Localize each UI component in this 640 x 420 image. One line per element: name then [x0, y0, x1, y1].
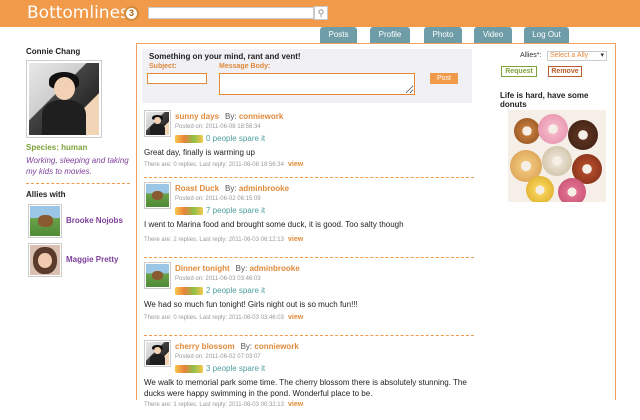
post-stats: There are: 0 replies. Last reply: 2011-0… [144, 161, 304, 168]
view-link[interactable]: view [288, 236, 303, 243]
post-title: sunny days By: conniework [175, 112, 284, 121]
ally-select[interactable]: Select a Ally ▾ [547, 51, 607, 61]
tab-photo[interactable]: Photo [424, 27, 462, 43]
view-link[interactable]: view [288, 161, 303, 168]
post-stats: There are: 1 replies. Last reply: 2011-0… [144, 401, 304, 408]
search-input[interactable] [148, 7, 314, 19]
post-avatar[interactable] [144, 182, 171, 209]
chevron-down-icon[interactable]: ▾ [600, 52, 604, 60]
notification-badge[interactable]: 3 [124, 6, 139, 21]
spare-it-icon[interactable] [175, 286, 203, 295]
tab-logout[interactable]: Log Out [524, 27, 569, 43]
post-author[interactable]: conniework [254, 342, 298, 351]
post-body: We had so much fun tonight! Girls night … [144, 300, 358, 309]
species: Species: human [26, 143, 132, 152]
ally-select-value: Select a Ally [550, 52, 589, 59]
post-date: Posted on: 2011-06-03 03:46:03 [175, 276, 261, 282]
profile-photo [26, 60, 102, 138]
main-content: Something on your mind, rant and vent! S… [136, 44, 478, 408]
allies-panel: Allies*: Select a Ally ▾ Request Remove … [480, 44, 616, 400]
list-item: Roast Duck By: adminbrooke Posted on: 201… [144, 182, 474, 258]
profile-sidebar: Connie Chang Species: human Working, sle… [26, 44, 132, 277]
spare-it-icon[interactable] [175, 134, 203, 143]
tab-profile[interactable]: Profile [370, 27, 410, 43]
spare-it[interactable]: 0 people spare it [175, 134, 265, 144]
ally-name[interactable]: Maggie Pretty [66, 255, 118, 264]
post-avatar[interactable] [144, 110, 171, 137]
post-title: Dinner tonight By: adminbrooke [175, 264, 300, 273]
divider [26, 183, 130, 184]
ally-avatar[interactable] [28, 204, 62, 238]
donuts-image [508, 110, 606, 202]
post-stats: There are: 2 replies. Last reply: 2011-0… [144, 236, 304, 243]
request-button[interactable]: Request [501, 66, 537, 77]
top-bar: Bottomlines 3 ⚲ [0, 0, 640, 27]
allies-title: Allies with [26, 190, 66, 199]
post-title-link[interactable]: sunny days [175, 112, 219, 121]
post-author[interactable]: conniework [239, 112, 283, 121]
post-author[interactable]: adminbrooke [249, 264, 299, 273]
list-item: sunny days By: conniework Posted on: 2011… [144, 110, 474, 178]
ally-avatar[interactable] [28, 243, 62, 277]
view-link[interactable]: view [288, 401, 303, 408]
tab-video[interactable]: Video [474, 27, 512, 43]
species-value: human [61, 143, 88, 152]
divider [144, 177, 474, 178]
profile-about: Working, sleeping and taking my kids to … [26, 156, 129, 176]
post-body: We walk to memorial park some time. The … [144, 378, 467, 398]
spare-it[interactable]: 3 people spare it [175, 364, 265, 374]
post-title-link[interactable]: Roast Duck [175, 184, 219, 193]
species-label: Species: [26, 143, 59, 152]
post-stats: There are: 0 replies. Last reply: 2011-0… [144, 314, 304, 321]
post-title: cherry blossom By: conniework [175, 342, 299, 351]
post-title: Roast Duck By: adminbrooke [175, 184, 290, 193]
spare-count[interactable]: 3 people spare it [206, 364, 265, 373]
profile-photo-image [29, 63, 99, 135]
post-date: Posted on: 2011-06-02 06:15:09 [175, 196, 261, 202]
subject-label: Subject: [149, 63, 177, 70]
post-body: I went to Marina food and brought some d… [144, 220, 404, 229]
post-form: Something on your mind, rant and vent! S… [142, 49, 472, 103]
donut-title: Life is hard, have some donuts [500, 91, 589, 109]
post-date: Posted on: 2011-06-02 07:03:07 [175, 354, 261, 360]
post-body: Great day, finally is warming up [144, 148, 256, 157]
logo[interactable]: Bottomlines [27, 3, 129, 23]
search-icon[interactable]: ⚲ [314, 6, 328, 20]
spare-count[interactable]: 0 people spare it [206, 134, 265, 143]
ally-item[interactable]: Brooke Nojobs [26, 204, 132, 238]
post-author[interactable]: adminbrooke [239, 184, 289, 193]
list-item: Dinner tonight By: adminbrooke Posted on:… [144, 262, 474, 336]
divider [144, 335, 474, 336]
allies-label: Allies*: [520, 52, 542, 59]
ally-item[interactable]: Maggie Pretty [26, 243, 132, 277]
post-avatar[interactable] [144, 340, 171, 367]
ally-name[interactable]: Brooke Nojobs [66, 216, 123, 225]
view-link[interactable]: view [288, 314, 303, 321]
post-title-link[interactable]: cherry blossom [175, 342, 235, 351]
post-form-title: Something on your mind, rant and vent! [149, 52, 301, 61]
nav-tabs: Posts Profile Photo Video Log Out [0, 27, 640, 43]
spare-it[interactable]: 7 people spare it [175, 206, 265, 216]
tab-posts[interactable]: Posts [320, 27, 357, 43]
subject-input[interactable] [147, 73, 207, 84]
spare-count[interactable]: 2 people spare it [206, 286, 265, 295]
post-feed: sunny days By: conniework Posted on: 2011… [144, 110, 474, 420]
body-label: Message Body: [219, 63, 271, 70]
divider [144, 257, 474, 258]
post-date: Posted on: 2011-06-08 18:56:34 [175, 124, 261, 130]
remove-button[interactable]: Remove [548, 66, 582, 77]
message-body-input[interactable] [219, 73, 415, 95]
spare-it[interactable]: 2 people spare it [175, 286, 265, 296]
post-title-link[interactable]: Dinner tonight [175, 264, 230, 273]
profile-name: Connie Chang [26, 47, 81, 56]
post-avatar[interactable] [144, 262, 171, 289]
spare-it-icon[interactable] [175, 206, 203, 215]
spare-it-icon[interactable] [175, 364, 203, 373]
list-item: cherry blossom By: conniework Posted on: … [144, 340, 474, 420]
spare-count[interactable]: 7 people spare it [206, 206, 265, 215]
post-button[interactable]: Post [430, 73, 458, 84]
